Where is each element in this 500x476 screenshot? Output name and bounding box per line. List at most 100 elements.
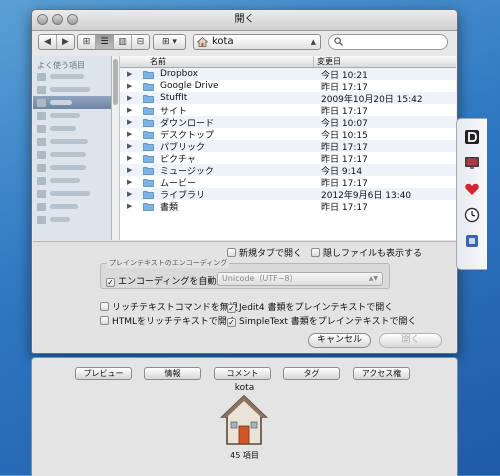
app-icon[interactable]	[464, 233, 480, 249]
disclosure-triangle-icon[interactable]: ▶	[127, 190, 137, 198]
cancel-button[interactable]: キャンセル	[308, 333, 371, 348]
column-date-header[interactable]: 変更日	[314, 56, 456, 67]
file-row[interactable]: ▶ デスクトップ 今日 10:15	[120, 128, 456, 141]
disclosure-triangle-icon[interactable]: ▶	[127, 202, 137, 210]
sidebar-item[interactable]	[37, 187, 111, 200]
file-row[interactable]: ▶ 書類 昨日 17:17	[120, 200, 456, 213]
info-button[interactable]: 情報	[144, 367, 201, 380]
disclosure-triangle-icon[interactable]: ▶	[127, 142, 137, 150]
chevron-updown-icon: ▲	[310, 38, 316, 46]
disclosure-triangle-icon[interactable]: ▶	[127, 178, 137, 186]
comment-button[interactable]: コメント	[214, 367, 271, 380]
file-row[interactable]: ▶ ムービー 昨日 17:17	[120, 176, 456, 189]
sidebar-item[interactable]	[37, 135, 111, 148]
display-icon[interactable]	[464, 155, 480, 171]
sidebar-item-label	[50, 113, 80, 118]
sidebar-item[interactable]	[37, 200, 111, 213]
disclosure-triangle-icon[interactable]: ▶	[127, 154, 137, 162]
sidebar-item[interactable]	[37, 83, 111, 96]
disclosure-triangle-icon[interactable]: ▶	[127, 106, 137, 114]
new-tab-checkbox[interactable]	[227, 248, 236, 257]
encoding-popup[interactable]: Unicode（UTF−8） ▲▼	[217, 272, 383, 286]
html-rich-option[interactable]: HTMLをリッチテキストで開く	[100, 314, 236, 327]
clock-icon[interactable]	[464, 207, 480, 223]
info-panel: プレビュー 情報 コメント タグ アクセス権 kota 45 項目	[31, 357, 458, 476]
sidebar-item-icon	[37, 85, 46, 94]
file-row[interactable]: ▶ Google Drive 昨日 17:17	[120, 80, 456, 93]
disclosure-triangle-icon[interactable]: ▶	[127, 130, 137, 138]
sidebar-item[interactable]	[37, 174, 111, 187]
coverflow-view-button[interactable]: ⊟	[132, 35, 149, 49]
folder-icon	[143, 70, 154, 79]
file-row[interactable]: ▶ ダウンロード 今日 10:07	[120, 116, 456, 129]
file-row[interactable]: ▶ ミュージック 今日 9:14	[120, 164, 456, 177]
search-field[interactable]	[328, 34, 448, 50]
auto-encoding-option[interactable]: ✓ エンコーディングを自動判定	[106, 274, 234, 287]
show-hidden-checkbox[interactable]	[311, 248, 320, 257]
back-button[interactable]: ◀	[39, 35, 57, 49]
new-tab-option[interactable]: 新規タブで開く	[227, 246, 302, 259]
sidebar-item-label	[50, 178, 80, 183]
simpletext-option[interactable]: ✓ SimpleText 書類をプレインテキストで開く	[227, 314, 417, 327]
minimize-icon[interactable]	[52, 14, 63, 25]
file-row[interactable]: ▶ Dropbox 今日 10:21	[120, 68, 456, 81]
file-rows: ▶ Dropbox 今日 10:21 ▶ Google Drive 昨日 17:17 ▶ St…	[120, 68, 456, 213]
open-button[interactable]: 開く	[379, 333, 442, 348]
sidebar-scrollbar[interactable]	[112, 56, 120, 240]
tag-button[interactable]: タグ	[283, 367, 340, 380]
sidebar-item-icon	[37, 111, 46, 120]
ignore-rtf-checkbox[interactable]	[100, 302, 109, 311]
list-view-button[interactable]: ☰	[96, 35, 114, 49]
file-row[interactable]: ▶ サイト 昨日 17:17	[120, 104, 456, 117]
file-list: 名前 変更日 ▶ Dropbox 今日 10:21 ▶ Google Drive 昨日 1…	[120, 56, 456, 240]
show-hidden-option[interactable]: 隠しファイルも表示する	[311, 246, 422, 259]
disclosure-triangle-icon[interactable]: ▶	[127, 82, 137, 90]
jedit4-checkbox[interactable]: ✓	[227, 304, 236, 313]
permissions-button[interactable]: アクセス権	[353, 367, 410, 380]
preview-button[interactable]: プレビュー	[75, 367, 132, 380]
sidebar-item[interactable]	[37, 70, 111, 83]
scroll-thumb[interactable]	[113, 59, 118, 105]
window-controls	[37, 14, 78, 25]
item-count: 45 項目	[230, 451, 259, 460]
file-row[interactable]: ▶ パブリック 昨日 17:17	[120, 140, 456, 153]
sidebar-item[interactable]	[37, 148, 111, 161]
arrange-button[interactable]: ⊞ ▾	[153, 34, 186, 50]
sidebar-item-label	[50, 139, 88, 144]
html-rich-checkbox[interactable]	[100, 316, 109, 325]
column-name-header[interactable]: 名前	[120, 56, 314, 67]
disclosure-triangle-icon[interactable]: ▶	[127, 118, 137, 126]
ignore-rtf-option[interactable]: リッチテキストコマンドを無視	[100, 300, 238, 313]
dictionary-icon[interactable]	[464, 129, 480, 145]
heart-icon[interactable]	[464, 181, 480, 197]
folder-icon	[143, 106, 154, 115]
sidebar-item[interactable]	[33, 96, 111, 109]
disclosure-triangle-icon[interactable]: ▶	[127, 94, 137, 102]
sidebar-item-label	[50, 74, 84, 79]
location-popup[interactable]: kota ▲	[193, 34, 321, 50]
file-name: StuffIt	[160, 93, 188, 103]
simpletext-checkbox[interactable]: ✓	[227, 318, 236, 327]
disclosure-triangle-icon[interactable]: ▶	[127, 70, 137, 78]
jedit4-option[interactable]: ✓ Jedit4 書類をプレインテキストで開く	[227, 300, 393, 313]
disclosure-triangle-icon[interactable]: ▶	[127, 166, 137, 174]
zoom-icon[interactable]	[67, 14, 78, 25]
icon-view-button[interactable]: ⊞	[78, 35, 96, 49]
sidebar-item[interactable]	[37, 161, 111, 174]
close-icon[interactable]	[37, 14, 48, 25]
sidebar-item-icon	[37, 202, 46, 211]
back-forward-buttons: ◀ ▶	[38, 34, 75, 50]
window-title: 開く	[234, 14, 255, 25]
sidebar-item-icon	[37, 98, 46, 107]
file-row[interactable]: ▶ ピクチャ 昨日 17:17	[120, 152, 456, 165]
forward-button[interactable]: ▶	[57, 35, 74, 49]
encoding-value: Unicode（UTF−8）	[222, 274, 298, 283]
show-hidden-label: 隠しファイルも表示する	[323, 249, 423, 259]
file-row[interactable]: ▶ ライブラリ 2012年9月6日 13:40	[120, 188, 456, 201]
sidebar-item[interactable]	[37, 122, 111, 135]
sidebar-item[interactable]	[37, 213, 111, 226]
sidebar-item[interactable]	[37, 109, 111, 122]
column-view-button[interactable]: ▥	[114, 35, 132, 49]
file-row[interactable]: ▶ StuffIt 2009年10月20日 15:42	[120, 92, 456, 105]
auto-encoding-checkbox[interactable]: ✓	[106, 278, 115, 287]
